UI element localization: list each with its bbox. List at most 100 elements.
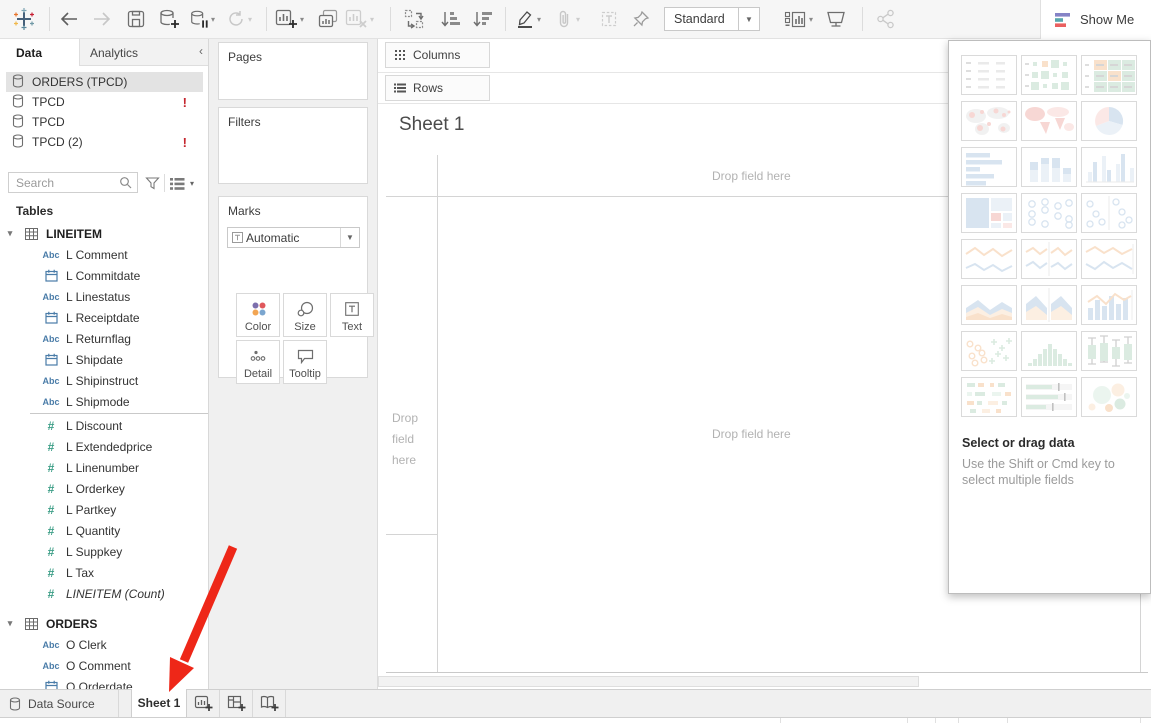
table-header[interactable]: ▾LINEITEM	[0, 223, 209, 244]
field-item[interactable]: #L Quantity	[0, 520, 209, 541]
drop-zone-columns[interactable]: Drop field here	[712, 169, 791, 183]
field-item[interactable]: #L Suppkey	[0, 541, 209, 562]
show-me-thumb-horizontal-bars[interactable]	[961, 147, 1017, 187]
columns-shelf[interactable]: Columns	[385, 42, 490, 68]
show-me-thumb-side-by-side-bars[interactable]	[1081, 147, 1137, 187]
show-me-thumb-gantt[interactable]	[961, 377, 1017, 417]
table-header[interactable]: ▾ORDERS	[0, 613, 209, 634]
field-item[interactable]: AbcL Shipmode	[0, 391, 209, 412]
field-item[interactable]: AbcO Comment	[0, 655, 209, 676]
show-me-thumb-area-discrete[interactable]	[1021, 285, 1077, 325]
data-source-item[interactable]: TPCD (2)!	[6, 132, 203, 152]
show-me-thumb-scatter-plot[interactable]	[961, 331, 1017, 371]
show-me-thumb-lines-continuous[interactable]	[961, 239, 1017, 279]
tab-data-source[interactable]: Data Source	[0, 690, 119, 717]
new-data-source-icon[interactable]	[155, 0, 183, 38]
duplicate-sheet-icon[interactable]	[314, 0, 342, 38]
marks-color-button[interactable]: Color	[236, 293, 280, 337]
show-me-thumb-symbol-map[interactable]	[961, 101, 1017, 141]
tab-analytics[interactable]: Analytics	[80, 39, 200, 66]
sort-ascending-icon[interactable]	[438, 0, 464, 38]
tab-sheet-1[interactable]: Sheet 1	[131, 689, 187, 717]
filters-card[interactable]: Filters	[218, 107, 368, 184]
field-item[interactable]: #L Discount	[0, 415, 209, 436]
filter-fields-icon[interactable]	[145, 176, 160, 191]
marks-size-button[interactable]: Size	[283, 293, 327, 337]
field-item[interactable]: #L Tax	[0, 562, 209, 583]
show-me-thumb-text-table[interactable]	[961, 55, 1017, 95]
mark-type-caret-icon[interactable]: ▼	[340, 228, 359, 247]
share-icon[interactable]	[872, 0, 900, 38]
chevron-down-icon[interactable]: ▾	[0, 228, 20, 239]
field-item[interactable]: L Commitdate	[0, 265, 209, 286]
field-item[interactable]: #L Extendedprice	[0, 436, 209, 457]
undo-icon[interactable]	[56, 0, 82, 38]
chevron-down-icon[interactable]: ▾	[0, 618, 20, 629]
view-options-caret-icon[interactable]: ▾	[190, 179, 194, 188]
field-item[interactable]: AbcL Shipinstruct	[0, 370, 209, 391]
rows-shelf[interactable]: Rows	[385, 75, 490, 101]
pause-auto-updates-icon[interactable]: ▾	[189, 0, 215, 38]
redo-icon[interactable]	[89, 0, 115, 38]
show-hide-cards-icon[interactable]: ▾	[782, 0, 814, 38]
field-item[interactable]: AbcL Returnflag	[0, 328, 209, 349]
horizontal-scrollbar[interactable]	[378, 676, 919, 687]
data-source-item[interactable]: TPCD!	[6, 92, 203, 112]
show-me-thumb-area-continuous[interactable]	[961, 285, 1017, 325]
pages-card[interactable]: Pages	[218, 42, 368, 100]
show-me-thumb-packed-bubbles[interactable]	[1081, 377, 1137, 417]
show-me-thumb-side-by-side-circles[interactable]	[1081, 193, 1137, 233]
marks-text-button[interactable]: Text	[330, 293, 374, 337]
search-input[interactable]: Search	[8, 172, 138, 193]
field-item[interactable]: AbcO Clerk	[0, 634, 209, 655]
show-mark-labels-icon[interactable]	[596, 0, 622, 38]
group-members-icon[interactable]: ▾	[553, 0, 581, 38]
show-me-thumb-filled-map[interactable]	[1021, 101, 1077, 141]
new-worksheet-tab-icon[interactable]	[187, 690, 220, 717]
show-me-thumb-dual-combination[interactable]	[1081, 285, 1137, 325]
show-me-thumb-stacked-bars[interactable]	[1021, 147, 1077, 187]
show-me-thumb-heat-map[interactable]	[1021, 55, 1077, 95]
show-me-thumb-box-and-whisker[interactable]	[1081, 331, 1137, 371]
field-item[interactable]: AbcL Comment	[0, 244, 209, 265]
fix-axes-icon[interactable]	[628, 0, 654, 38]
marks-tooltip-button[interactable]: Tooltip	[283, 340, 327, 384]
run-update-icon[interactable]: ▾	[226, 0, 252, 38]
clear-sheet-icon[interactable]: ▾	[344, 0, 374, 38]
mark-type-dropdown[interactable]: Automatic ▼	[227, 227, 360, 248]
new-dashboard-tab-icon[interactable]	[220, 690, 253, 717]
new-worksheet-icon[interactable]: ▾	[274, 0, 304, 38]
tab-data[interactable]: Data	[0, 39, 80, 66]
data-source-item[interactable]: ORDERS (TPCD)	[6, 72, 203, 92]
show-me-thumb-highlight-table[interactable]	[1081, 55, 1137, 95]
field-item[interactable]: #L Partkey	[0, 499, 209, 520]
fit-selector[interactable]: Standard ▼	[664, 7, 760, 31]
data-source-item[interactable]: TPCD	[6, 112, 203, 132]
marks-detail-button[interactable]: Detail	[236, 340, 280, 384]
show-me-button[interactable]: Show Me	[1040, 0, 1151, 39]
show-me-thumb-dual-lines[interactable]	[1081, 239, 1137, 279]
drop-zone-rows[interactable]: Drop field here	[392, 408, 432, 471]
show-me-thumb-histogram[interactable]	[1021, 331, 1077, 371]
collapse-pane-icon[interactable]: ‹	[199, 44, 203, 58]
field-item[interactable]: O Orderdate	[0, 676, 209, 689]
view-options-icon[interactable]	[170, 177, 185, 191]
field-item[interactable]: #LINEITEM (Count)	[0, 583, 209, 604]
show-me-thumb-lines-discrete[interactable]	[1021, 239, 1077, 279]
field-item[interactable]: #L Linenumber	[0, 457, 209, 478]
show-me-thumb-pie-chart[interactable]	[1081, 101, 1137, 141]
presentation-mode-icon[interactable]	[822, 0, 850, 38]
field-item[interactable]: AbcL Linestatus	[0, 286, 209, 307]
field-item[interactable]: L Shipdate	[0, 349, 209, 370]
field-item[interactable]: #L Orderkey	[0, 478, 209, 499]
show-me-thumb-bullet-graph[interactable]	[1021, 377, 1077, 417]
fit-selector-caret-icon[interactable]: ▼	[738, 8, 759, 30]
field-item[interactable]: L Receiptdate	[0, 307, 209, 328]
show-me-thumb-circle-views[interactable]	[1021, 193, 1077, 233]
drop-zone-body[interactable]: Drop field here	[712, 427, 791, 441]
sort-descending-icon[interactable]	[470, 0, 496, 38]
highlight-icon[interactable]: ▾	[514, 0, 542, 38]
new-story-tab-icon[interactable]	[253, 690, 286, 717]
show-me-thumb-treemap[interactable]	[961, 193, 1017, 233]
swap-rows-columns-icon[interactable]	[400, 0, 428, 38]
